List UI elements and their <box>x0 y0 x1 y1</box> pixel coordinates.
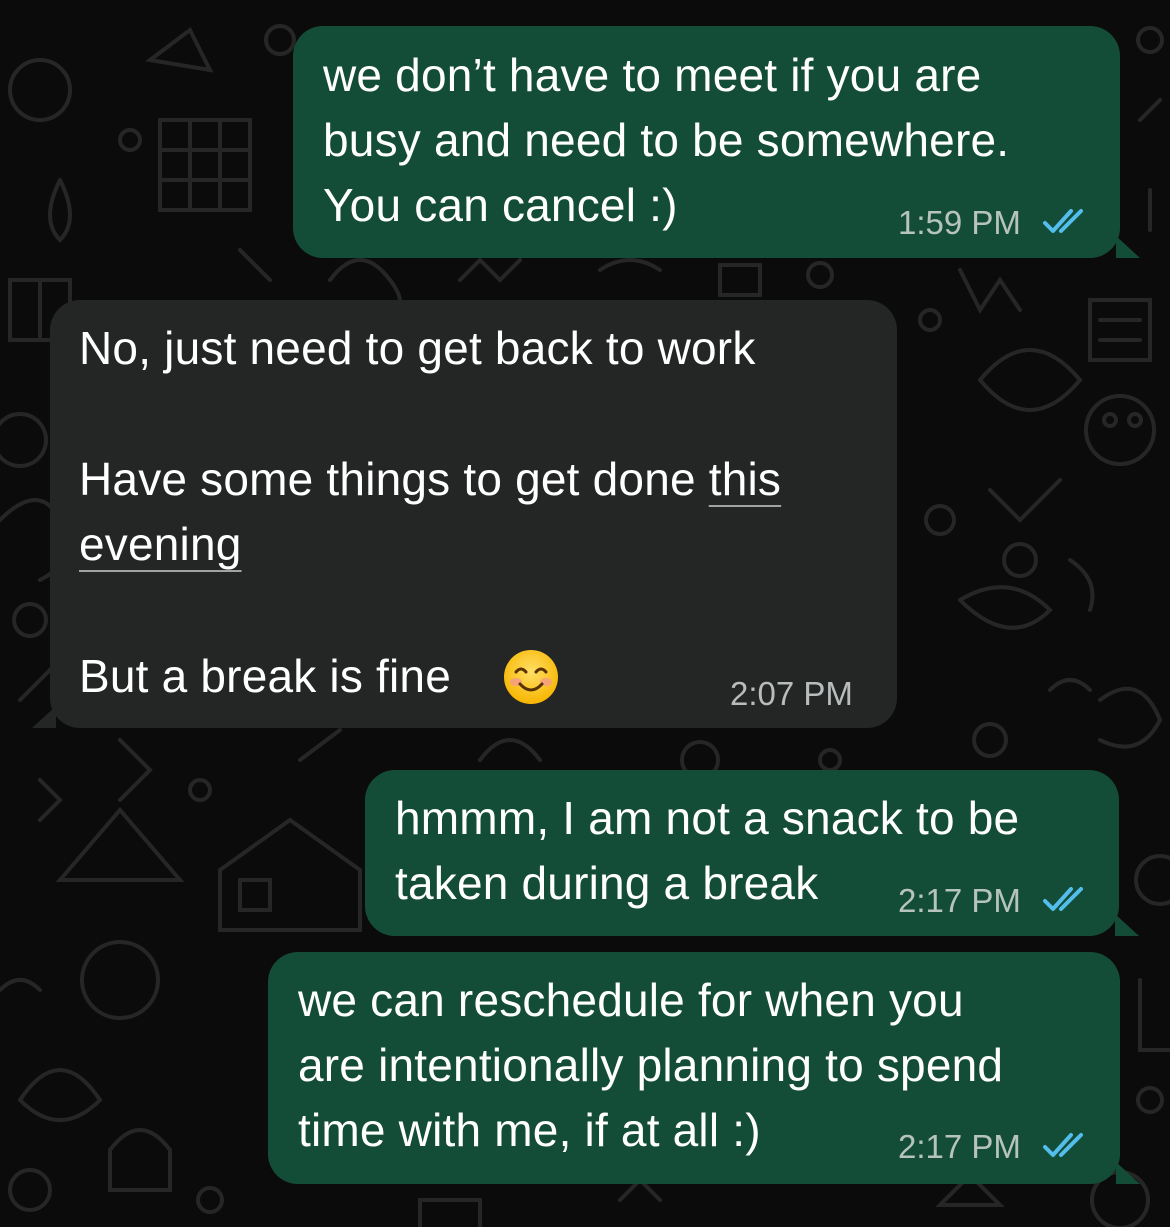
outgoing-message-bubble[interactable]: we don’t have to meet if you are busy an… <box>293 26 1140 258</box>
message-timestamp: 2:07 PM <box>730 675 853 712</box>
message-timestamp: 2:17 PM <box>898 882 1021 919</box>
message-text-line: we can reschedule for when you <box>298 974 964 1026</box>
message-text-line: Have some things to get done this <box>79 446 781 512</box>
bubble-tail <box>32 706 56 728</box>
outgoing-message-bubble[interactable]: hmmm, I am not a snack to be taken durin… <box>365 770 1139 936</box>
message-text-line: we don’t have to meet if you are <box>323 49 982 101</box>
message-text-line: No, just need to get back to work <box>79 322 756 374</box>
message-timestamp: 2:17 PM <box>898 1128 1021 1165</box>
incoming-message-bubble[interactable]: No, just need to get back to work Have s… <box>32 300 897 728</box>
double-check-icon <box>1043 887 1083 911</box>
message-text-line: But a break is fine <box>79 650 452 702</box>
bubble-tail <box>1116 236 1140 258</box>
bubble-tail <box>1116 1162 1140 1184</box>
message-text-line: taken during a break <box>395 857 819 909</box>
double-check-icon <box>1043 1133 1083 1157</box>
message-text-line: You can cancel :) <box>323 179 678 231</box>
outgoing-message-bubble[interactable]: we can reschedule for when you are inten… <box>268 952 1140 1184</box>
data-detector-link[interactable]: evening <box>79 518 242 570</box>
data-detector-link[interactable]: this <box>709 453 781 505</box>
message-text-line: busy and need to be somewhere. <box>323 114 1010 166</box>
message-text-line: hmmm, I am not a snack to be <box>395 792 1020 844</box>
message-timestamp: 1:59 PM <box>898 204 1021 241</box>
smiling-face-emoji <box>504 650 558 704</box>
message-text-line: evening <box>79 511 242 577</box>
message-text-line: time with me, if at all :) <box>298 1104 761 1156</box>
double-check-icon <box>1043 209 1083 233</box>
message-text: Have some things to get done <box>79 453 709 505</box>
message-text-line: are intentionally planning to spend <box>298 1039 1004 1091</box>
bubble-tail <box>1115 914 1139 936</box>
